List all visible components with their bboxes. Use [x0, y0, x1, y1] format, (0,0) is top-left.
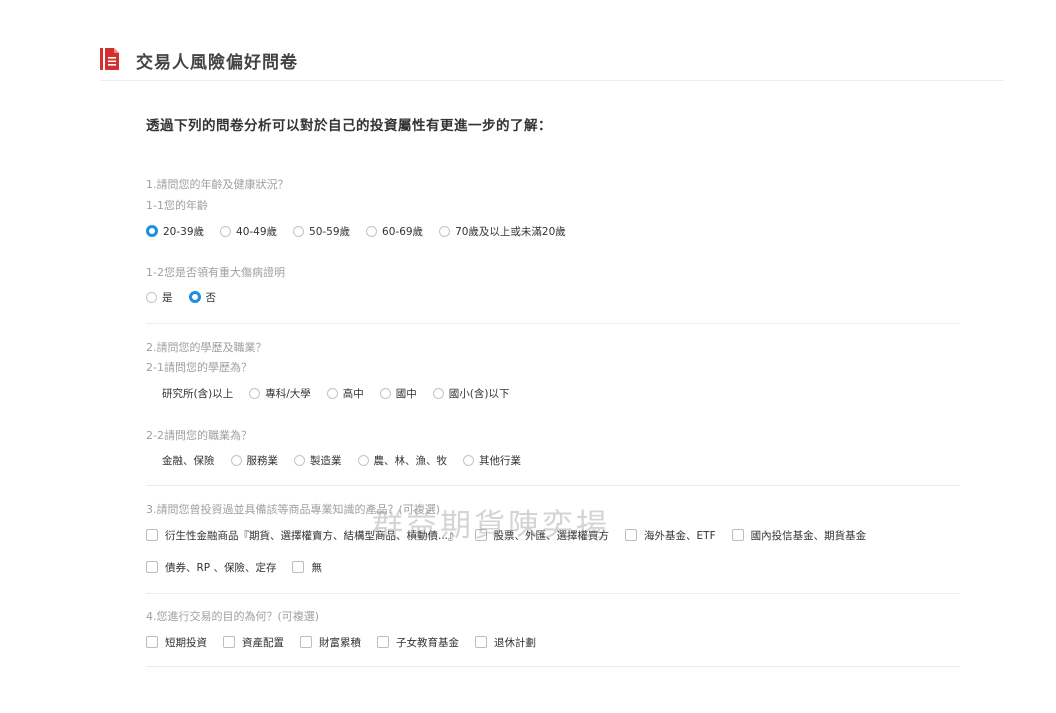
radio-icon[interactable] — [463, 454, 474, 466]
age-option-60-69[interactable]: 60-69歲 — [366, 224, 423, 239]
age-option-70-plus[interactable]: 70歲及以上或未滿20歲 — [439, 224, 566, 239]
occupation-option-finance[interactable]: 金融、保險 — [146, 453, 215, 468]
checkbox-icon[interactable] — [625, 529, 638, 541]
radio-icon[interactable] — [432, 387, 444, 399]
experience-options-row-2: 債券、RP 、保險、定存 無 — [146, 559, 338, 575]
radio-icon[interactable] — [230, 454, 242, 466]
divider — [146, 323, 960, 324]
experience-option-bonds[interactable]: 債券、RP 、保險、定存 — [146, 560, 276, 575]
education-option-elementary[interactable]: 國小(含)以下 — [432, 386, 509, 401]
purpose-option-education-fund[interactable]: 子女教育基金 — [377, 635, 459, 650]
divider — [146, 593, 960, 594]
education-option-high-school[interactable]: 高中 — [326, 386, 364, 401]
education-option-junior-high[interactable]: 國中 — [379, 386, 417, 401]
occupation-option-other[interactable]: 其他行業 — [463, 453, 521, 468]
radio-icon[interactable] — [366, 225, 378, 237]
age-option-50-59[interactable]: 50-59歲 — [293, 224, 350, 239]
experience-option-overseas-funds[interactable]: 海外基金、ETF — [625, 528, 716, 543]
checkbox-icon[interactable] — [731, 529, 744, 541]
purpose-option-asset-allocation[interactable]: 資產配置 — [223, 635, 284, 650]
purpose-option-retirement[interactable]: 退休計劃 — [475, 635, 536, 650]
document-icon — [100, 48, 119, 70]
watermark: 群益期貨陳奕揚 — [372, 508, 610, 544]
intro-text: 透過下列的問卷分析可以對於自己的投資屬性有更進一步的了解： — [146, 118, 552, 134]
question-1-1-title: 1-1您的年齡 — [146, 199, 208, 212]
checkbox-icon[interactable] — [300, 636, 312, 648]
purpose-option-wealth[interactable]: 財富累積 — [300, 635, 361, 650]
disability-option-yes[interactable]: 是 — [146, 290, 173, 305]
experience-option-none[interactable]: 無 — [292, 560, 322, 575]
checkbox-icon[interactable] — [377, 636, 389, 648]
question-1-title: 1.請問您的年齡及健康狀況？ — [146, 178, 289, 191]
radio-icon[interactable] — [294, 454, 305, 466]
disability-options: 是 否 — [146, 289, 232, 305]
question-1-2-title: 1-2您是否領有重大傷病證明 — [146, 266, 285, 279]
experience-option-domestic-funds[interactable]: 國內投信基金、期貨基金 — [731, 528, 866, 543]
radio-icon[interactable] — [326, 387, 338, 399]
radio-icon[interactable] — [146, 387, 157, 399]
occupation-option-manufacturing[interactable]: 製造業 — [294, 453, 342, 468]
radio-icon[interactable] — [379, 387, 391, 399]
page-header: 交易人風險偏好問卷 — [100, 44, 1004, 81]
education-option-college[interactable]: 專科/大學 — [249, 386, 311, 401]
radio-icon[interactable] — [439, 225, 451, 237]
radio-icon[interactable] — [293, 225, 305, 237]
purpose-options: 短期投資 資產配置 財富累積 子女教育基金 退休計劃 — [146, 634, 552, 650]
checkbox-icon[interactable] — [475, 636, 487, 648]
education-options: 研究所(含)以上 專科/大學 高中 國中 國小(含)以下 — [146, 385, 525, 401]
radio-checked-icon[interactable] — [188, 291, 201, 303]
education-option-graduate[interactable]: 研究所(含)以上 — [146, 386, 233, 401]
disability-option-no[interactable]: 否 — [188, 290, 216, 305]
page-title: 交易人風險偏好問卷 — [136, 53, 298, 73]
occupation-option-agriculture[interactable]: 農、林、漁、牧 — [357, 453, 447, 468]
question-2-2-title: 2-2請問您的職業為？ — [146, 429, 252, 442]
age-options: 20-39歲 40-49歲 50-59歲 60-69歲 70歲及以上或未滿20歲 — [146, 223, 582, 239]
age-option-20-39[interactable]: 20-39歲 — [146, 224, 204, 239]
radio-icon[interactable] — [146, 454, 157, 466]
checkbox-icon[interactable] — [223, 636, 235, 648]
purpose-option-short-term[interactable]: 短期投資 — [146, 635, 207, 650]
radio-icon[interactable] — [146, 291, 157, 303]
radio-icon[interactable] — [357, 454, 369, 466]
question-2-1-title: 2-1請問您的學歷為？ — [146, 361, 252, 374]
checkbox-icon[interactable] — [146, 529, 158, 541]
checkbox-icon[interactable] — [292, 561, 305, 573]
radio-icon[interactable] — [249, 387, 261, 399]
occupation-option-service[interactable]: 服務業 — [230, 453, 278, 468]
occupation-options: 金融、保險 服務業 製造業 農、林、漁、牧 其他行業 — [146, 452, 537, 468]
radio-checked-icon[interactable] — [146, 225, 158, 237]
radio-icon[interactable] — [220, 225, 232, 237]
checkbox-icon[interactable] — [146, 636, 158, 648]
age-option-40-49[interactable]: 40-49歲 — [220, 224, 277, 239]
checkbox-icon[interactable] — [146, 561, 158, 573]
divider — [146, 666, 960, 667]
divider — [146, 485, 960, 486]
question-4-title: 4.您進行交易的目的為何？(可複選) — [146, 610, 320, 623]
question-2-title: 2.請問您的學歷及職業？ — [146, 341, 267, 354]
